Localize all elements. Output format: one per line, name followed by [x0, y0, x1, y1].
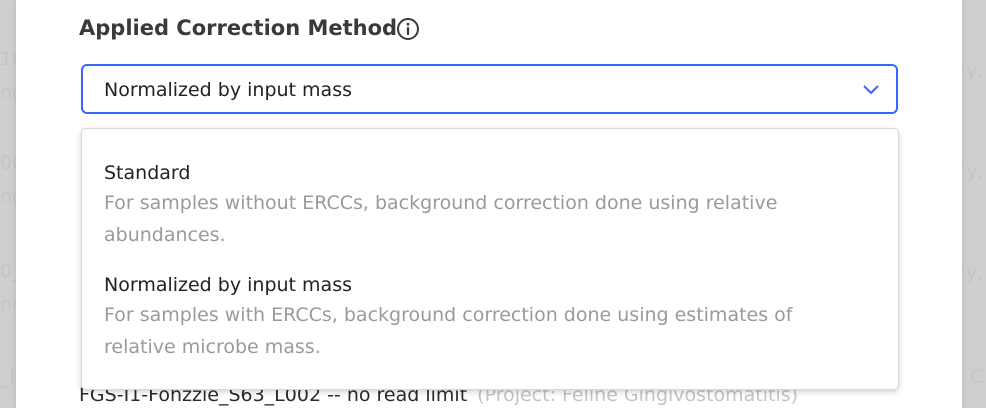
background-fragment: y,: [966, 262, 984, 284]
selected-value: Normalized by input mass: [104, 79, 352, 101]
field-label: Applied Correction Method: [79, 16, 398, 40]
correction-method-select[interactable]: Normalized by input mass: [81, 64, 898, 114]
dropdown-menu: Standard For samples without ERCCs, back…: [81, 128, 899, 390]
chevron-down-icon: [863, 85, 879, 95]
option-normalized-by-input-mass[interactable]: Normalized by input mass For samples wit…: [104, 271, 858, 363]
option-description: For samples without ERCCs, background co…: [104, 192, 778, 246]
option-title: Standard: [104, 162, 191, 184]
correction-modal: Applied Correction Method Normalized by …: [16, 0, 962, 408]
info-circle-icon[interactable]: [396, 17, 420, 41]
option-standard[interactable]: Standard For samples without ERCCs, back…: [104, 159, 858, 251]
background-fragment: y,: [966, 160, 984, 182]
option-description: For samples with ERCCs, background corre…: [104, 304, 793, 358]
background-fragment: C: [970, 366, 984, 388]
background-fragment: y,: [966, 60, 984, 82]
option-title: Normalized by input mass: [104, 274, 352, 296]
